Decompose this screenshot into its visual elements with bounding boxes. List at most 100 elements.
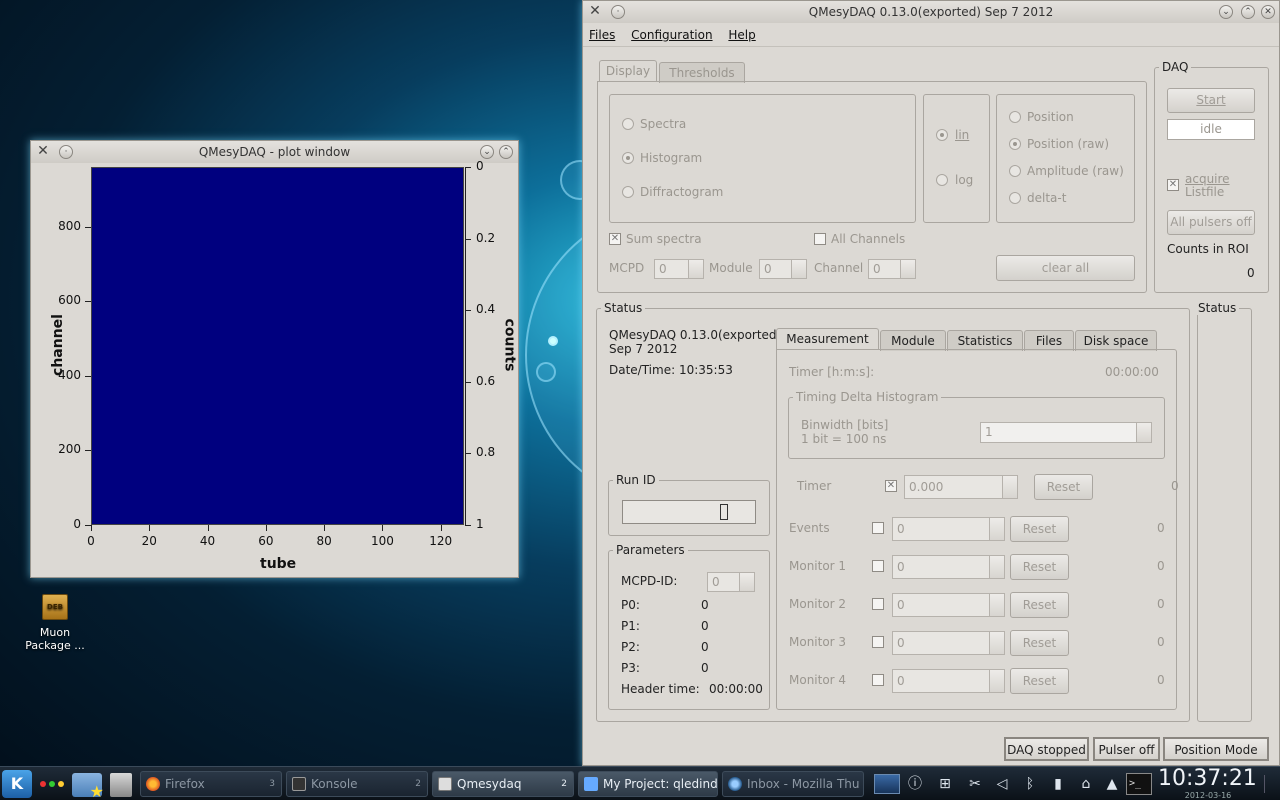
start-button[interactable]: Start [1167,88,1255,113]
run-id-digit [720,504,728,520]
counter-reset-button[interactable]: Reset [1010,554,1069,580]
counter-spinbox[interactable]: 0 [892,631,1005,655]
menu-files[interactable]: Files [583,23,621,42]
counter-checkbox[interactable] [872,636,884,648]
timer-checkbox[interactable]: ✕ [885,480,897,492]
battery-icon[interactable]: ▮ [1050,776,1066,792]
bluetooth-icon[interactable]: ᛒ [1022,776,1038,792]
activity-dots-icon[interactable] [40,781,64,787]
folder-star-icon[interactable]: ★ [72,773,104,800]
p3-value: 0 [701,661,709,675]
counter-checkbox[interactable] [872,522,884,534]
sum-spectra-checkbox[interactable]: ✕ [609,233,621,245]
counter-spinbox[interactable]: 0 [892,517,1005,541]
tab-display[interactable]: Display [599,60,657,82]
all-channels-checkbox[interactable] [814,233,826,245]
channel-label: Channel [814,261,864,275]
app-menu-icon[interactable]: ✕ [588,4,602,19]
y-tick-label: 800 [58,218,81,233]
expand-tray-icon[interactable]: ▲ [1104,776,1120,792]
radio-spectra-label: Spectra [640,117,687,131]
sticky-button[interactable]: · [59,145,73,159]
counter-checkbox[interactable] [872,598,884,610]
radio-log[interactable] [936,174,948,186]
clock[interactable]: 10:37:21 2012-03-16 [1158,767,1258,800]
volume-icon[interactable]: ◁ [994,776,1010,792]
tab-disk-space[interactable]: Disk space [1075,330,1157,351]
radio-amplitude-raw[interactable] [1009,165,1021,177]
plot-window-titlebar[interactable]: ✕ · QMesyDAQ - plot window ⌄ ⌃ [31,141,518,163]
app-menu-icon[interactable]: ✕ [36,144,50,159]
menu-help[interactable]: Help [722,23,761,42]
acquire-listfile-checkbox[interactable]: ✕ [1167,179,1179,191]
acquire-label-2: Listfile [1185,185,1225,199]
radio-spectra[interactable] [622,118,634,130]
z-axis-line [465,167,466,525]
task-my-project[interactable]: My Project: qledind [578,771,718,797]
close-button[interactable]: ✕ [1261,5,1275,19]
clear-all-button[interactable]: clear all [996,255,1135,281]
maximize-button[interactable]: ⌃ [499,145,513,159]
x-tick-label: 40 [199,534,216,548]
terminal-icon[interactable]: >_ [1126,773,1152,795]
radio-position-label: Position [1027,110,1074,124]
info-icon[interactable]: ⓘ [907,776,923,792]
all-channels-label: All Channels [831,232,906,246]
task-qmesydaq[interactable]: Qmesydaq 2 [432,771,574,797]
radio-lin[interactable] [936,129,948,141]
menu-configuration[interactable]: Configuration [625,23,718,42]
counter-reset-button[interactable]: Reset [1010,592,1069,618]
y-tick [85,226,91,228]
counter-checkbox[interactable] [872,560,884,572]
counter-checkbox[interactable] [872,674,884,686]
network-icon[interactable]: ⊞ [937,776,953,792]
radio-diffractogram[interactable] [622,186,634,198]
all-pulsers-off-button[interactable]: All pulsers off [1167,210,1255,235]
minimize-button[interactable]: ⌄ [480,145,494,159]
counter-reset-button[interactable]: Reset [1010,630,1069,656]
counter-label: Events [789,521,830,535]
drive-icon[interactable] [110,773,132,797]
scissors-icon[interactable]: ✂ [967,776,983,792]
device-icon[interactable]: ⌂ [1078,776,1094,792]
timer-reset-button[interactable]: Reset [1034,474,1093,500]
maximize-button[interactable]: ⌃ [1241,5,1255,19]
counter-count: 0 [1157,521,1165,535]
radio-position[interactable] [1009,111,1021,123]
counter-reset-button[interactable]: Reset [1010,668,1069,694]
task-konsole[interactable]: Konsole 2 [286,771,428,797]
binwidth-spinbox[interactable]: 1 [980,422,1152,443]
channel-spinbox[interactable]: 0 [868,259,916,279]
counts-in-roi-value: 0 [1247,266,1255,280]
tab-measurement[interactable]: Measurement [776,328,879,350]
timer-spinbox[interactable]: 0.000 [904,475,1018,499]
mcpd-spinbox[interactable]: 0 [654,259,704,279]
radio-delta-t[interactable] [1009,192,1021,204]
heatmap-plot[interactable] [91,167,464,525]
desktop-icon-muon-package[interactable]: DEB Muon Package ... [18,594,92,652]
pager-icon[interactable] [874,774,900,794]
module-spinbox[interactable]: 0 [759,259,807,279]
radio-position-raw[interactable] [1009,138,1021,150]
p1-label: P1: [621,619,640,633]
counter-spinbox[interactable]: 0 [892,555,1005,579]
tab-files[interactable]: Files [1024,330,1074,351]
minimize-button[interactable]: ⌄ [1219,5,1233,19]
radio-histogram[interactable] [622,152,634,164]
dashboard-icon[interactable] [1264,775,1278,793]
task-firefox[interactable]: Firefox 3 [140,771,282,797]
task-inbox[interactable]: Inbox - Mozilla Thu [722,771,864,797]
counter-reset-button[interactable]: Reset [1010,516,1069,542]
mcpd-id-spinbox[interactable]: 0 [707,572,755,592]
counter-spinbox[interactable]: 0 [892,669,1005,693]
main-window-titlebar[interactable]: ✕ · QMesyDAQ 0.13.0(exported) Sep 7 2012… [583,1,1279,23]
kde-menu-icon[interactable]: K [2,770,32,798]
z-tick-label: 0.2 [476,230,496,245]
sticky-button[interactable]: · [611,5,625,19]
counter-spinbox[interactable]: 0 [892,593,1005,617]
tab-thresholds[interactable]: Thresholds [659,62,745,83]
tab-statistics[interactable]: Statistics [947,330,1023,351]
daq-group-title: DAQ [1159,60,1192,74]
tab-module[interactable]: Module [880,330,946,351]
y-axis-label: channel [49,314,66,376]
